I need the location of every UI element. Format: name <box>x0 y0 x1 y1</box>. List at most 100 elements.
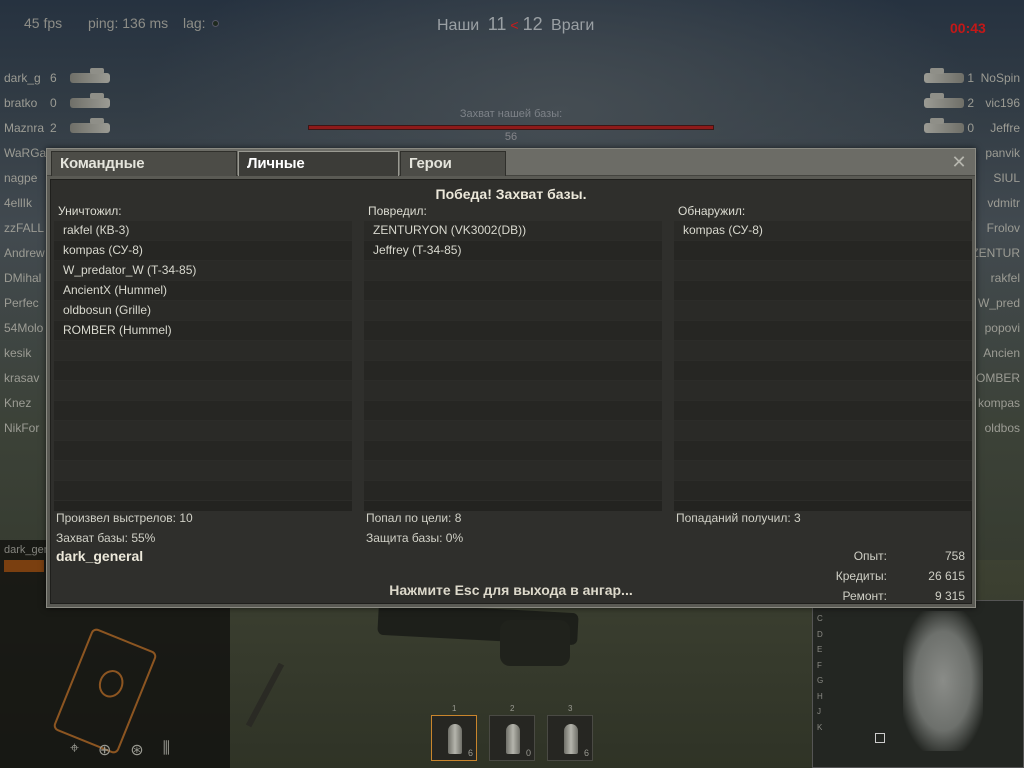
tab-team-achievements[interactable]: Командные достижения <box>51 151 237 196</box>
player-name-short: kesik <box>4 346 32 360</box>
enemy-score: 12 <box>522 14 543 34</box>
ammo-slot-2[interactable]: 20 <box>489 704 535 761</box>
list-item[interactable]: AncientX (Hummel) <box>54 281 352 301</box>
enemy-team-label: Враги <box>551 17 595 34</box>
list-item[interactable]: W_predator_W (T-34-85) <box>54 261 352 281</box>
battle-timer: 00:43 <box>950 20 986 36</box>
fps-counter: 45 fps <box>24 15 63 31</box>
list-item[interactable]: ROMBER (Hummel) <box>54 321 352 341</box>
list-item[interactable]: oldbosun (Grille) <box>54 301 352 321</box>
list-item <box>674 421 972 441</box>
damaged-column: Повредил: ZENTURYON (VK3002(DB)) Jeffrey … <box>364 204 662 511</box>
base-defense-stat: Защита базы: 0% <box>366 531 464 545</box>
list-item <box>674 481 972 501</box>
list-item <box>54 461 352 481</box>
ammo-slot-1[interactable]: 16 <box>431 704 477 761</box>
shell-icon <box>506 724 520 754</box>
team-player-row[interactable]: bratko 0 <box>0 91 120 116</box>
list-item <box>364 281 662 301</box>
minimap-row-letter: D <box>817 629 823 639</box>
list-item <box>54 381 352 401</box>
minimap-row-letter: G <box>817 676 824 685</box>
list-item <box>364 301 662 321</box>
list-item <box>54 421 352 441</box>
score-separator: < <box>510 17 519 33</box>
team-player-row[interactable]: Jeffre 0 <box>904 116 1024 141</box>
shots-stats: Произвел выстрелов: 10 Захват базы: 55% <box>56 508 193 548</box>
ammo-slot-number: 2 <box>510 704 515 713</box>
team-player-row[interactable]: NoSpin 1 <box>904 66 1024 91</box>
exit-hint: Нажмите Esc для выхода в ангар... <box>389 582 633 598</box>
player-name-short: Knez <box>4 396 32 410</box>
player-name-short: Maznra <box>4 121 45 135</box>
player-name-short: Jeffre <box>990 121 1020 135</box>
team-player-row[interactable]: Maznra 2 <box>0 116 120 141</box>
minimap-row-letter: E <box>817 645 823 654</box>
tank-icon <box>924 118 964 133</box>
tank-icon <box>70 93 110 108</box>
tank-icon <box>924 93 964 108</box>
player-name-short: 54Molo <box>4 321 44 335</box>
list-item[interactable]: kompas (СУ-8) <box>54 241 352 261</box>
list-item <box>674 301 972 321</box>
player-frags: 6 <box>50 71 57 85</box>
base-capture-stat: Захват базы: 55% <box>56 531 156 545</box>
destroyed-label: Уничтожил: <box>58 204 122 218</box>
player-frags: 1 <box>967 71 974 85</box>
ammo-count: 6 <box>583 748 589 758</box>
ammo-slots: 162036 <box>431 704 593 761</box>
spotted-list[interactable]: kompas (СУ-8) <box>674 221 972 511</box>
damaged-list[interactable]: ZENTURYON (VK3002(DB)) Jeffrey (T-34-85) <box>364 221 662 511</box>
team-player-row[interactable]: dark_g 6 <box>0 66 120 91</box>
lag-dot-icon <box>211 20 219 27</box>
player-name: dark_general <box>56 548 144 564</box>
minimap-base-marker-icon <box>875 733 885 743</box>
spotted-label: Обнаружил: <box>678 204 746 218</box>
capture-value: 56 <box>504 131 518 143</box>
ammo-slot-number: 3 <box>568 704 573 713</box>
list-item <box>674 321 972 341</box>
tank-player-name: dark_gen <box>4 544 50 556</box>
list-item[interactable]: rakfel (КВ-3) <box>54 221 352 241</box>
list-item <box>674 281 972 301</box>
close-icon[interactable]: ✕ <box>949 152 969 172</box>
minimap[interactable]: CDEFGHJK <box>812 600 1024 768</box>
crew-module-icons: ⌖ ⊕ ⊛ ⫼ <box>70 740 170 760</box>
shell-icon <box>448 724 462 754</box>
player-name-short: NoSpin <box>980 71 1020 85</box>
list-item <box>364 401 662 421</box>
hits-received: Попаданий получил: 3 <box>676 511 801 525</box>
tab-battle-heroes[interactable]: Герои битвы <box>400 151 506 196</box>
minimap-terrain <box>903 611 983 751</box>
list-item[interactable]: Jeffrey (T-34-85) <box>364 241 662 261</box>
list-item[interactable]: kompas (СУ-8) <box>674 221 972 241</box>
capture-bar <box>308 125 714 130</box>
player-name-short: DMihal <box>4 271 42 285</box>
player-name-short: vdmitr <box>987 196 1020 210</box>
player-name-short: rakfel <box>990 271 1020 285</box>
battle-results-dialog: Командные достижения Личные достижения Г… <box>46 148 976 608</box>
minimap-row-letter: J <box>817 707 821 716</box>
tank-icon <box>924 68 964 83</box>
binoculars-icon: ⌖ <box>70 740 80 757</box>
list-item <box>674 361 972 381</box>
ammo-count: 6 <box>467 748 473 758</box>
ammo-slot-number: 1 <box>452 704 457 713</box>
player-name-short: krasav <box>4 371 40 385</box>
dialog-tab-bar: Командные достижения Личные достижения Г… <box>47 149 975 196</box>
tab-personal-achievements[interactable]: Личные достижения <box>238 151 399 196</box>
ammo-slot-3[interactable]: 36 <box>547 704 593 761</box>
list-item <box>674 461 972 481</box>
crosshair-icon: ⊕ <box>97 742 112 759</box>
capture-label: Захват нашей базы: <box>459 108 563 120</box>
minimap-row-letter: H <box>817 691 823 701</box>
team-player-row[interactable]: vic196 2 <box>904 91 1024 116</box>
destroyed-list[interactable]: rakfel (КВ-3) kompas (СУ-8) W_predator_W (… <box>54 221 352 511</box>
player-frags: 0 <box>50 96 57 110</box>
player-name-short: Perfec <box>4 296 39 310</box>
list-item <box>364 321 662 341</box>
player-name-short: panvik <box>985 146 1020 160</box>
shell-icon <box>564 724 578 754</box>
extinguisher-icon: ⫼ <box>162 740 170 757</box>
list-item[interactable]: ZENTURYON (VK3002(DB)) <box>364 221 662 241</box>
